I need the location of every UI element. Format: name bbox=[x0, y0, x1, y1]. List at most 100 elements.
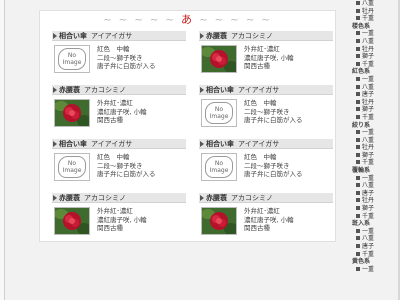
no-image-label: No bbox=[67, 52, 77, 59]
arrow-right-icon bbox=[53, 33, 57, 39]
description-line: 外弁紅･濃紅 bbox=[244, 207, 280, 215]
nav-category-heading: 絞り系 bbox=[352, 121, 371, 129]
variety-name[interactable]: 赤腰蓑 bbox=[59, 86, 80, 94]
nav-link[interactable]: 千重 bbox=[349, 15, 400, 23]
variety-card: 相合い傘 アイアイガサ No Image 紅色 中輪 二段～獅子咲き 唐子弁に白筋が入る bbox=[52, 31, 186, 75]
variety-panel: ~ ~ ~ ~ ~ あ ~ ~ ~ ~ ~ 相合い傘 アイアイガサ No Image 紅… bbox=[39, 10, 336, 242]
nav-link[interactable]: 一重 bbox=[349, 30, 400, 38]
nav-category-heading: 斑入系 bbox=[352, 220, 371, 228]
description-line: 二段～獅子咲き bbox=[97, 53, 143, 62]
card-title-bar[interactable]: 赤腰蓑 アカコシミノ bbox=[52, 193, 186, 203]
nav-link[interactable]: 牡丹 bbox=[349, 99, 400, 107]
nav-link[interactable]: 唐子 bbox=[349, 91, 400, 99]
arrow-right-icon bbox=[200, 195, 204, 201]
nav-link[interactable]: 八重 bbox=[349, 38, 400, 46]
nav-link[interactable]: 千重 bbox=[349, 159, 400, 167]
nav-link[interactable]: 八重 bbox=[349, 84, 400, 92]
card-title-bar[interactable]: 赤腰蓑 アカコシミノ bbox=[52, 85, 186, 95]
kana-heading: ~ ~ ~ ~ ~ あ ~ ~ ~ ~ ~ bbox=[40, 13, 335, 27]
nav-link[interactable]: 八重 bbox=[349, 182, 400, 190]
nav-link[interactable]: 獅子 bbox=[349, 106, 400, 114]
arrow-right-icon bbox=[200, 141, 204, 147]
card-title-bar[interactable]: 相合い傘 アイアイガサ bbox=[199, 139, 333, 149]
no-image-label: Image bbox=[62, 167, 82, 174]
variety-reading: アカコシミノ bbox=[84, 86, 126, 94]
arrow-right-icon bbox=[53, 141, 57, 147]
description-line: 紅色 中輪 bbox=[244, 99, 277, 107]
arrow-right-icon bbox=[200, 33, 204, 39]
no-image-placeholder[interactable]: No Image bbox=[54, 153, 90, 181]
nav-link[interactable]: 一重 bbox=[349, 129, 400, 137]
nav-category-heading: 黄色系 bbox=[352, 258, 371, 266]
variety-reading: アイアイガサ bbox=[238, 140, 280, 148]
description-line: 唐子弁に白筋が入る bbox=[244, 116, 303, 124]
no-image-icon: No Image bbox=[205, 156, 233, 178]
no-image-placeholder[interactable]: No Image bbox=[201, 153, 237, 181]
nav-link[interactable]: 獅子 bbox=[349, 205, 400, 213]
nav-link[interactable]: 八重 bbox=[349, 137, 400, 145]
nav-link[interactable]: 牡丹 bbox=[349, 144, 400, 152]
nav-link[interactable]: 八重 bbox=[349, 0, 400, 8]
variety-name[interactable]: 相合い傘 bbox=[206, 86, 234, 94]
nav-link[interactable]: 牡丹 bbox=[349, 8, 400, 16]
arrow-right-icon bbox=[53, 195, 57, 201]
variety-name[interactable]: 赤腰蓑 bbox=[206, 32, 227, 40]
description-line: 外弁紅･濃紅 bbox=[244, 45, 280, 53]
description-line: 関西古種 bbox=[97, 224, 123, 232]
description-line: 関西古種 bbox=[244, 62, 270, 70]
camellia-photo[interactable] bbox=[54, 99, 90, 127]
description-line: 二段～獅子咲き bbox=[244, 107, 290, 116]
variety-description: 紅色 中輪 二段～獅子咲き 唐子弁に白筋が入る bbox=[244, 153, 334, 179]
variety-card: 赤腰蓑 アカコシミノ 外弁紅･濃紅 濃紅唐子咲, 小輪 関西古種 bbox=[52, 193, 186, 237]
variety-card: 相合い傘 アイアイガサ No Image 紅色 中輪 二段～獅子咲き 唐子弁に白筋が入る bbox=[52, 139, 186, 183]
variety-name[interactable]: 相合い傘 bbox=[59, 140, 87, 148]
variety-card: 赤腰蓑 アカコシミノ 外弁紅･濃紅 濃紅唐子咲, 小輪 関西古種 bbox=[199, 31, 333, 75]
nav-link[interactable]: 牡丹 bbox=[349, 46, 400, 54]
card-title-bar[interactable]: 赤腰蓑 アカコシミノ bbox=[199, 31, 333, 41]
variety-card: 相合い傘 アイアイガサ No Image 紅色 中輪 二段～獅子咲き 唐子弁に白筋が入る bbox=[199, 85, 333, 129]
no-image-label: No bbox=[214, 106, 224, 113]
card-title-bar[interactable]: 相合い傘 アイアイガサ bbox=[52, 31, 186, 41]
no-image-placeholder[interactable]: No Image bbox=[201, 99, 237, 127]
arrow-right-icon bbox=[200, 87, 204, 93]
camellia-photo[interactable] bbox=[201, 207, 237, 235]
camellia-photo[interactable] bbox=[201, 45, 237, 73]
variety-reading: アイアイガサ bbox=[91, 140, 133, 148]
no-image-icon: No Image bbox=[205, 102, 233, 124]
camellia-photo[interactable] bbox=[54, 207, 90, 235]
card-title-bar[interactable]: 相合い傘 アイアイガサ bbox=[199, 85, 333, 95]
heading-decoration-left: ~ ~ ~ ~ ~ bbox=[103, 15, 176, 26]
card-title-bar[interactable]: 相合い傘 アイアイガサ bbox=[52, 139, 186, 149]
variety-name[interactable]: 相合い傘 bbox=[59, 32, 87, 40]
variety-description: 紅色 中輪 二段～獅子咲き 唐子弁に白筋が入る bbox=[244, 99, 334, 125]
heading-decoration-right: ~ ~ ~ ~ ~ bbox=[199, 15, 272, 26]
variety-reading: アカコシミノ bbox=[231, 32, 273, 40]
nav-category-heading: 覆輪系 bbox=[352, 167, 371, 175]
variety-reading: アイアイガサ bbox=[238, 86, 280, 94]
nav-link[interactable]: 牡丹 bbox=[349, 197, 400, 205]
description-line: 外弁紅･濃紅 bbox=[97, 99, 133, 107]
nav-link[interactable]: 一重 bbox=[349, 76, 400, 84]
variety-name[interactable]: 赤腰蓑 bbox=[59, 194, 80, 202]
nav-link[interactable]: 唐子 bbox=[349, 243, 400, 251]
card-title-bar[interactable]: 赤腰蓑 アカコシミノ bbox=[199, 193, 333, 203]
variety-name[interactable]: 相合い傘 bbox=[206, 140, 234, 148]
nav-link[interactable]: 八重 bbox=[349, 235, 400, 243]
description-line: 紅色 中輪 bbox=[97, 45, 130, 53]
description-line: 外弁紅･濃紅 bbox=[97, 207, 133, 215]
nav-link[interactable]: 一重 bbox=[349, 175, 400, 183]
no-image-label: No bbox=[67, 160, 77, 167]
description-line: 二段～獅子咲き bbox=[244, 161, 290, 170]
nav-link[interactable]: 千重 bbox=[349, 114, 400, 122]
no-image-placeholder[interactable]: No Image bbox=[54, 45, 90, 73]
nav-link[interactable]: 一重 bbox=[349, 266, 400, 274]
nav-link[interactable]: 一重 bbox=[349, 228, 400, 236]
camellia-flower-icon bbox=[202, 208, 236, 234]
variety-description: 紅色 中輪 二段～獅子咲き 唐子弁に白筋が入る bbox=[97, 153, 187, 179]
nav-link[interactable]: 獅子 bbox=[349, 53, 400, 61]
nav-link[interactable]: 獅子 bbox=[349, 152, 400, 160]
nav-category-heading: 紅色系 bbox=[352, 68, 371, 76]
variety-name[interactable]: 赤腰蓑 bbox=[206, 194, 227, 202]
no-image-label: No bbox=[214, 160, 224, 167]
nav-link[interactable]: 唐子 bbox=[349, 190, 400, 198]
